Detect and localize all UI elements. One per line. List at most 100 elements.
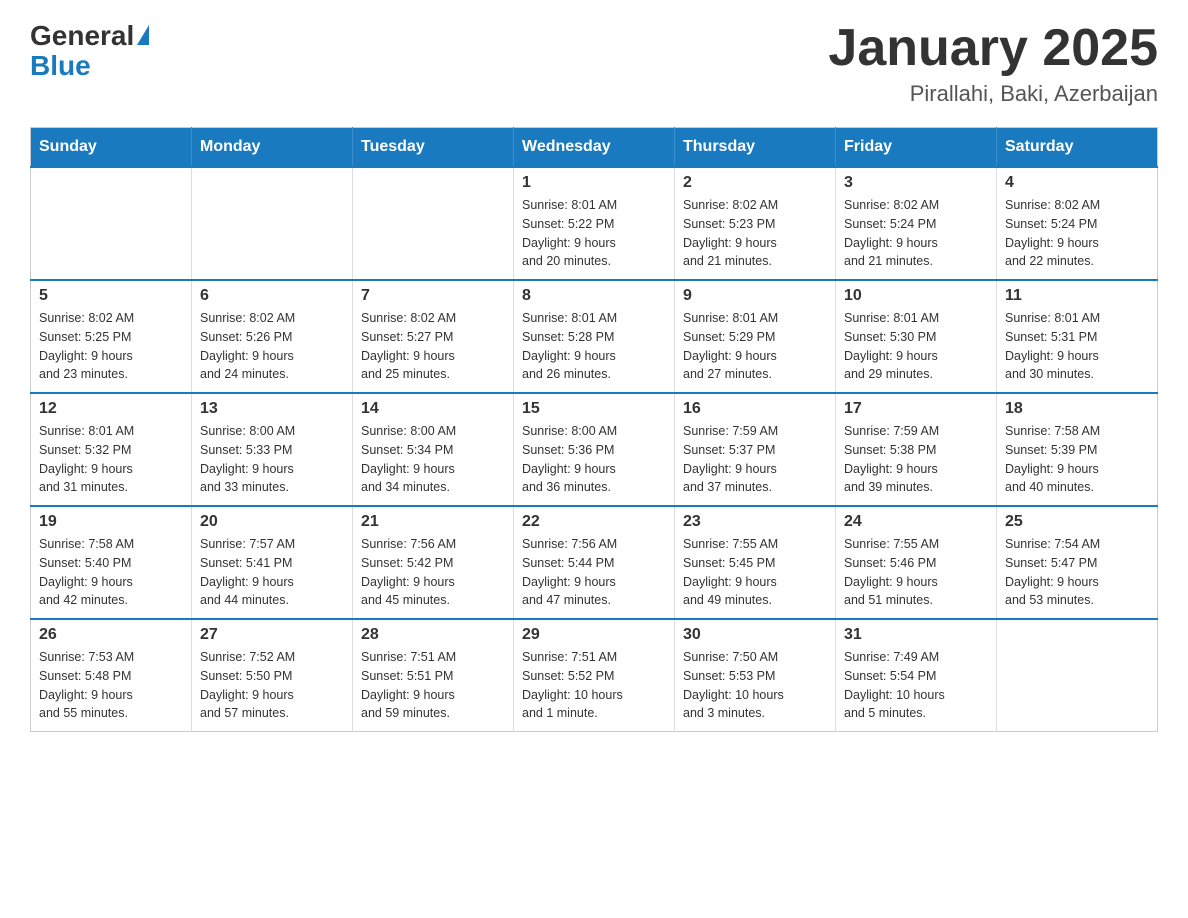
day-number: 6 (200, 287, 344, 305)
day-number: 8 (522, 287, 666, 305)
logo-triangle-icon (137, 25, 149, 45)
day-info: Sunrise: 8:01 AM Sunset: 5:29 PM Dayligh… (683, 309, 827, 384)
day-number: 13 (200, 400, 344, 418)
calendar-cell: 20 Sunrise: 7:57 AM Sunset: 5:41 PM Dayli… (192, 506, 353, 619)
day-number: 10 (844, 287, 988, 305)
calendar-cell: 24 Sunrise: 7:55 AM Sunset: 5:46 PM Dayli… (836, 506, 997, 619)
calendar-cell: 30 Sunrise: 7:50 AM Sunset: 5:53 PM Dayli… (675, 619, 836, 732)
day-number: 22 (522, 513, 666, 531)
calendar-cell: 22 Sunrise: 7:56 AM Sunset: 5:44 PM Dayli… (514, 506, 675, 619)
calendar-day-header: Tuesday (353, 128, 514, 168)
calendar-week-row: 12Sunrise: 8:01 AM Sunset: 5:32 PM Dayli… (31, 393, 1158, 506)
calendar-cell: 23 Sunrise: 7:55 AM Sunset: 5:45 PM Dayli… (675, 506, 836, 619)
day-info: Sunrise: 8:02 AM Sunset: 5:24 PM Dayligh… (844, 196, 988, 271)
day-info: Sunrise: 7:49 AM Sunset: 5:54 PM Dayligh… (844, 648, 988, 723)
calendar-cell: 3Sunrise: 8:02 AM Sunset: 5:24 PM Daylig… (836, 167, 997, 280)
day-info: Sunrise: 7:55 AM Sunset: 5:45 PM Dayligh… (683, 535, 827, 610)
calendar-week-row: 19 Sunrise: 7:58 AM Sunset: 5:40 PM Dayli… (31, 506, 1158, 619)
calendar-day-header: Friday (836, 128, 997, 168)
day-number: 2 (683, 174, 827, 192)
calendar-day-header: Thursday (675, 128, 836, 168)
logo-blue-text: Blue (30, 50, 91, 82)
title-block: January 2025 Pirallahi, Baki, Azerbaijan (828, 20, 1158, 107)
day-number: 20 (200, 513, 344, 531)
logo-general-text: General (30, 20, 134, 52)
calendar-cell: 1Sunrise: 8:01 AM Sunset: 5:22 PM Daylig… (514, 167, 675, 280)
day-number: 21 (361, 513, 505, 531)
calendar-cell: 28Sunrise: 7:51 AM Sunset: 5:51 PM Dayli… (353, 619, 514, 732)
day-info: Sunrise: 8:02 AM Sunset: 5:27 PM Dayligh… (361, 309, 505, 384)
calendar-cell: 16 Sunrise: 7:59 AM Sunset: 5:37 PM Dayli… (675, 393, 836, 506)
day-info: Sunrise: 7:59 AM Sunset: 5:37 PM Dayligh… (683, 422, 827, 497)
day-number: 27 (200, 626, 344, 644)
calendar-cell: 4Sunrise: 8:02 AM Sunset: 5:24 PM Daylig… (997, 167, 1158, 280)
page-subtitle: Pirallahi, Baki, Azerbaijan (828, 81, 1158, 107)
day-number: 5 (39, 287, 183, 305)
calendar-day-header: Sunday (31, 128, 192, 168)
page-header: General Blue January 2025 Pirallahi, Bak… (30, 20, 1158, 107)
day-number: 14 (361, 400, 505, 418)
calendar-cell (353, 167, 514, 280)
day-number: 25 (1005, 513, 1149, 531)
day-number: 17 (844, 400, 988, 418)
day-info: Sunrise: 7:58 AM Sunset: 5:40 PM Dayligh… (39, 535, 183, 610)
day-info: Sunrise: 7:56 AM Sunset: 5:44 PM Dayligh… (522, 535, 666, 610)
day-number: 28 (361, 626, 505, 644)
day-info: Sunrise: 7:55 AM Sunset: 5:46 PM Dayligh… (844, 535, 988, 610)
calendar-cell (997, 619, 1158, 732)
calendar-cell: 11 Sunrise: 8:01 AM Sunset: 5:31 PM Dayli… (997, 280, 1158, 393)
day-info: Sunrise: 7:51 AM Sunset: 5:52 PM Dayligh… (522, 648, 666, 723)
day-info: Sunrise: 7:52 AM Sunset: 5:50 PM Dayligh… (200, 648, 344, 723)
calendar-cell: 25 Sunrise: 7:54 AM Sunset: 5:47 PM Dayli… (997, 506, 1158, 619)
day-number: 9 (683, 287, 827, 305)
day-number: 4 (1005, 174, 1149, 192)
day-number: 23 (683, 513, 827, 531)
day-info: Sunrise: 8:02 AM Sunset: 5:25 PM Dayligh… (39, 309, 183, 384)
calendar-cell: 7Sunrise: 8:02 AM Sunset: 5:27 PM Daylig… (353, 280, 514, 393)
day-info: Sunrise: 8:02 AM Sunset: 5:23 PM Dayligh… (683, 196, 827, 271)
calendar-week-row: 26Sunrise: 7:53 AM Sunset: 5:48 PM Dayli… (31, 619, 1158, 732)
calendar-day-header: Wednesday (514, 128, 675, 168)
calendar-cell: 14 Sunrise: 8:00 AM Sunset: 5:34 PM Dayli… (353, 393, 514, 506)
calendar-week-row: 5 Sunrise: 8:02 AM Sunset: 5:25 PM Daylig… (31, 280, 1158, 393)
day-info: Sunrise: 7:53 AM Sunset: 5:48 PM Dayligh… (39, 648, 183, 723)
day-info: Sunrise: 8:01 AM Sunset: 5:28 PM Dayligh… (522, 309, 666, 384)
calendar-cell: 13 Sunrise: 8:00 AM Sunset: 5:33 PM Dayli… (192, 393, 353, 506)
calendar-cell: 27 Sunrise: 7:52 AM Sunset: 5:50 PM Dayli… (192, 619, 353, 732)
day-info: Sunrise: 8:00 AM Sunset: 5:34 PM Dayligh… (361, 422, 505, 497)
day-number: 16 (683, 400, 827, 418)
day-info: Sunrise: 7:56 AM Sunset: 5:42 PM Dayligh… (361, 535, 505, 610)
day-info: Sunrise: 7:54 AM Sunset: 5:47 PM Dayligh… (1005, 535, 1149, 610)
day-info: Sunrise: 8:00 AM Sunset: 5:36 PM Dayligh… (522, 422, 666, 497)
page-title: January 2025 (828, 20, 1158, 77)
calendar-cell: 31 Sunrise: 7:49 AM Sunset: 5:54 PM Dayli… (836, 619, 997, 732)
day-info: Sunrise: 8:00 AM Sunset: 5:33 PM Dayligh… (200, 422, 344, 497)
day-number: 19 (39, 513, 183, 531)
calendar-cell: 26Sunrise: 7:53 AM Sunset: 5:48 PM Dayli… (31, 619, 192, 732)
day-number: 31 (844, 626, 988, 644)
calendar-header-row: SundayMondayTuesdayWednesdayThursdayFrid… (31, 128, 1158, 168)
calendar-cell: 21 Sunrise: 7:56 AM Sunset: 5:42 PM Dayli… (353, 506, 514, 619)
calendar-day-header: Monday (192, 128, 353, 168)
day-number: 15 (522, 400, 666, 418)
calendar-table: SundayMondayTuesdayWednesdayThursdayFrid… (30, 127, 1158, 732)
day-info: Sunrise: 7:50 AM Sunset: 5:53 PM Dayligh… (683, 648, 827, 723)
calendar-day-header: Saturday (997, 128, 1158, 168)
day-info: Sunrise: 8:01 AM Sunset: 5:30 PM Dayligh… (844, 309, 988, 384)
day-info: Sunrise: 8:02 AM Sunset: 5:26 PM Dayligh… (200, 309, 344, 384)
day-number: 30 (683, 626, 827, 644)
day-info: Sunrise: 8:01 AM Sunset: 5:32 PM Dayligh… (39, 422, 183, 497)
calendar-cell: 10 Sunrise: 8:01 AM Sunset: 5:30 PM Dayli… (836, 280, 997, 393)
calendar-cell: 2 Sunrise: 8:02 AM Sunset: 5:23 PM Daylig… (675, 167, 836, 280)
day-number: 1 (522, 174, 666, 192)
day-number: 24 (844, 513, 988, 531)
day-number: 11 (1005, 287, 1149, 305)
day-info: Sunrise: 8:01 AM Sunset: 5:31 PM Dayligh… (1005, 309, 1149, 384)
day-info: Sunrise: 7:57 AM Sunset: 5:41 PM Dayligh… (200, 535, 344, 610)
calendar-cell: 17 Sunrise: 7:59 AM Sunset: 5:38 PM Dayli… (836, 393, 997, 506)
calendar-cell: 15 Sunrise: 8:00 AM Sunset: 5:36 PM Dayli… (514, 393, 675, 506)
calendar-cell: 8 Sunrise: 8:01 AM Sunset: 5:28 PM Daylig… (514, 280, 675, 393)
logo: General Blue (30, 20, 149, 82)
day-info: Sunrise: 7:59 AM Sunset: 5:38 PM Dayligh… (844, 422, 988, 497)
calendar-cell (31, 167, 192, 280)
